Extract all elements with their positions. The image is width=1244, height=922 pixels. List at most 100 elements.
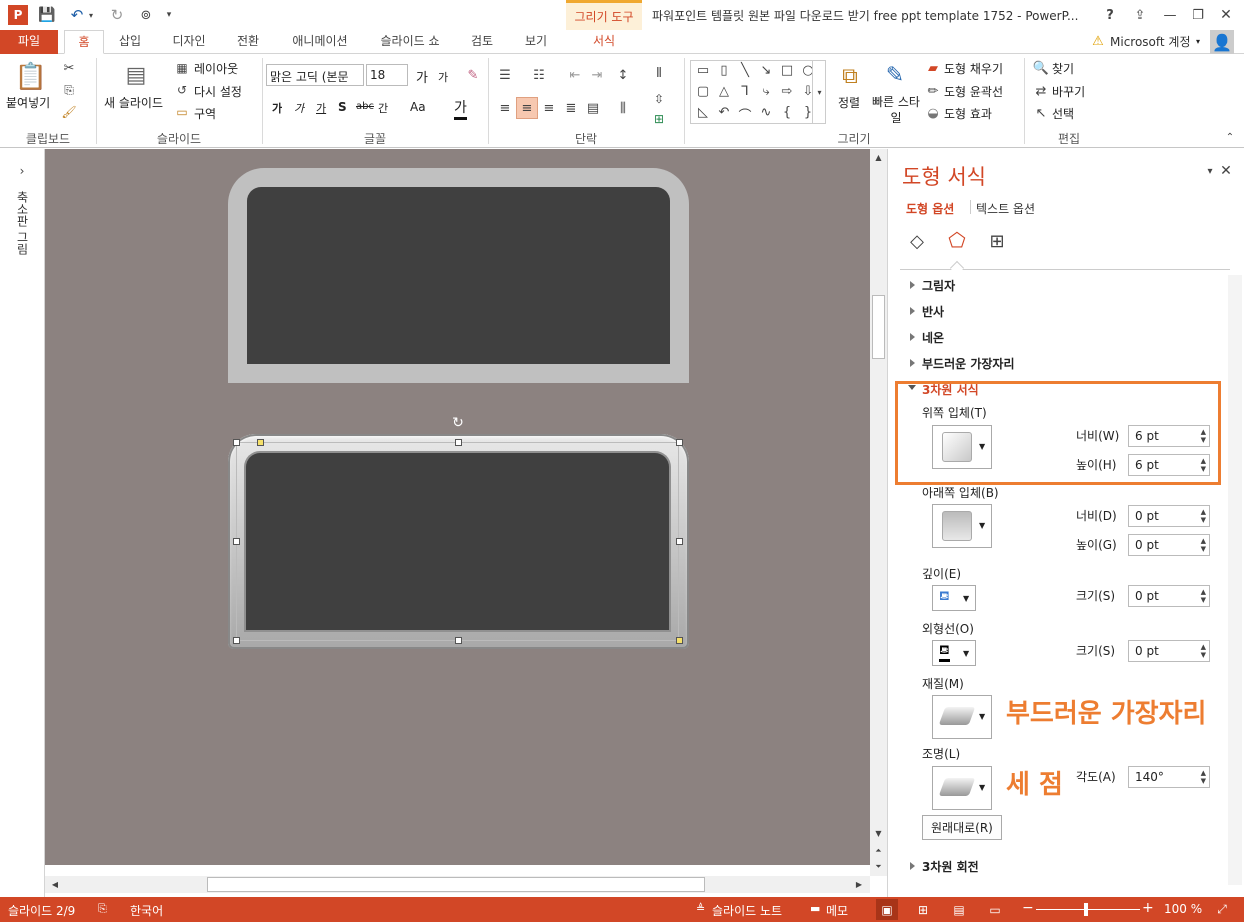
tab-animations[interactable]: 애니메이션: [280, 30, 360, 54]
expand-thumbnails-icon[interactable]: ›: [14, 163, 30, 179]
top-height-spinner[interactable]: 6 pt ▲ ▼: [1128, 454, 1210, 476]
shapes-more-icon[interactable]: ▾: [812, 60, 826, 124]
contour-size-spinner[interactable]: 0 pt ▲ ▼: [1128, 640, 1210, 662]
section-3d-rotation[interactable]: 3차원 회전: [922, 858, 979, 875]
material-dropdown[interactable]: ▼: [932, 695, 992, 739]
fill-line-icon[interactable]: ◇: [904, 229, 930, 253]
restore-icon[interactable]: ❐: [1188, 5, 1208, 25]
find-button[interactable]: 찾기: [1052, 60, 1074, 77]
tab-home[interactable]: 홈: [64, 30, 104, 54]
reading-view-icon[interactable]: ▤: [948, 899, 970, 920]
section-reflection[interactable]: 반사: [922, 303, 944, 320]
bottom-width-spinner[interactable]: 0 pt ▲ ▼: [1128, 505, 1210, 527]
align-center-icon[interactable]: ≡: [516, 97, 538, 119]
pane-close-icon[interactable]: ✕: [1218, 163, 1234, 179]
section-soft-edges[interactable]: 부드러운 가장자리: [922, 355, 1015, 372]
angle-spinner[interactable]: 140° ▲ ▼: [1128, 766, 1210, 788]
shape-outline-button[interactable]: 도형 윤곽선: [944, 83, 1003, 100]
vertical-scrollbar[interactable]: ▲ ▼ ⏶ ⏷: [870, 149, 887, 876]
ribbon-display-icon[interactable]: ⇪: [1130, 5, 1150, 25]
layout-button[interactable]: 레이아웃: [194, 60, 238, 77]
spinner-arrows-icon[interactable]: ▲ ▼: [1201, 457, 1206, 473]
spinner-arrows-icon[interactable]: ▲ ▼: [1201, 508, 1206, 524]
shadow-button[interactable]: S: [338, 100, 347, 114]
zoom-level[interactable]: 100 %: [1164, 902, 1202, 916]
select-button[interactable]: 선택: [1052, 105, 1074, 122]
reset-button[interactable]: 다시 설정: [194, 83, 242, 100]
expand-reflection-icon[interactable]: [910, 307, 915, 315]
rotate-handle-icon[interactable]: ↻: [450, 415, 466, 431]
minimize-icon[interactable]: —: [1160, 5, 1180, 25]
scroll-up-icon[interactable]: ▲: [870, 149, 887, 165]
strikethrough-button[interactable]: abc: [356, 101, 374, 112]
arrange-icon[interactable]: ⧉: [836, 62, 864, 90]
close-icon[interactable]: ✕: [1216, 5, 1236, 25]
zoom-slider-thumb[interactable]: [1084, 903, 1088, 916]
text-direction-icon[interactable]: ⫴: [650, 64, 668, 82]
scroll-left-icon[interactable]: ◀: [47, 877, 63, 892]
shrink-font-button[interactable]: 가: [438, 69, 448, 85]
spinner-arrows-icon[interactable]: ▲ ▼: [1201, 588, 1206, 604]
tab-slideshow[interactable]: 슬라이드 쇼: [368, 30, 452, 54]
slide-canvas[interactable]: ↻: [45, 149, 870, 865]
previous-slide-icon[interactable]: ⏶: [870, 843, 887, 859]
shapes-gallery[interactable]: ▭ ▯ ╲ ↘ □ ○ ▢ △ ⅂ ⤷ ⇨ ⇩ ◺ ↶ ⌒ ∿{}: [690, 60, 826, 124]
left-brace-shape-icon[interactable]: {: [777, 105, 797, 125]
tab-insert[interactable]: 삽입: [110, 30, 150, 54]
new-slide-icon[interactable]: ▤: [118, 60, 154, 90]
customize-toolbar-icon[interactable]: ▾: [164, 6, 174, 24]
spinner-arrows-icon[interactable]: ▲ ▼: [1201, 537, 1206, 553]
horizontal-scrollbar[interactable]: ◀ ▶: [45, 876, 870, 893]
curved-connector-shape-icon[interactable]: ⤷: [756, 84, 776, 104]
justify-icon[interactable]: ≣: [562, 99, 580, 117]
depth-size-spinner[interactable]: 0 pt ▲ ▼: [1128, 585, 1210, 607]
resize-handle[interactable]: [233, 637, 240, 644]
underline-button[interactable]: 가: [316, 100, 326, 116]
shape-fill-button[interactable]: 도형 채우기: [944, 60, 1003, 77]
align-text-icon[interactable]: ⇳: [650, 90, 668, 108]
quick-styles-icon[interactable]: ✎: [880, 60, 910, 90]
format-painter-icon[interactable]: 🖌: [60, 104, 78, 120]
notes-button[interactable]: 슬라이드 노트: [712, 902, 782, 919]
spinner-arrows-icon[interactable]: ▲ ▼: [1201, 428, 1206, 444]
elbow-connector-shape-icon[interactable]: ⅂: [735, 84, 755, 104]
help-icon[interactable]: ?: [1100, 5, 1120, 25]
scroll-right-icon[interactable]: ▶: [851, 877, 867, 892]
tab-view[interactable]: 보기: [514, 30, 558, 54]
redo-icon[interactable]: ↻: [108, 6, 126, 24]
size-properties-icon[interactable]: ⊞: [984, 229, 1010, 253]
right-arrow-shape-icon[interactable]: ⇨: [777, 84, 797, 104]
depth-color-dropdown[interactable]: ⛾ ▼: [932, 585, 976, 611]
distributed-icon[interactable]: ▤: [584, 99, 602, 117]
avatar[interactable]: 👤: [1210, 30, 1234, 54]
bullets-icon[interactable]: ☰: [496, 66, 514, 84]
resize-handle[interactable]: [233, 439, 240, 446]
columns-icon[interactable]: ⫼: [614, 99, 632, 117]
align-right-icon[interactable]: ≡: [540, 99, 558, 117]
grow-font-button[interactable]: 가: [416, 67, 428, 86]
pane-scrollbar[interactable]: [1228, 275, 1242, 885]
normal-view-icon[interactable]: ▣: [876, 899, 898, 920]
curve-shape-icon[interactable]: ↶: [714, 105, 734, 125]
next-slide-icon[interactable]: ⏷: [870, 859, 887, 875]
scroll-down-icon[interactable]: ▼: [870, 825, 887, 841]
spinner-arrows-icon[interactable]: ▲ ▼: [1201, 643, 1206, 659]
rectangle-shape-icon[interactable]: □: [777, 63, 797, 83]
tab-text-options[interactable]: 텍스트 옵션: [976, 200, 1035, 217]
tab-design[interactable]: 디자인: [160, 30, 218, 54]
slide-sorter-icon[interactable]: ⊞: [912, 899, 934, 920]
smartart-icon[interactable]: ⊞: [650, 110, 668, 128]
quick-styles-button[interactable]: 빠른 스타일: [872, 94, 920, 126]
pane-options-icon[interactable]: ▾: [1202, 163, 1218, 179]
zoom-slider[interactable]: [1036, 909, 1140, 910]
italic-button[interactable]: 가: [294, 100, 304, 116]
account-label[interactable]: Microsoft 계정: [1110, 33, 1191, 50]
paste-button[interactable]: 붙여넣기: [6, 94, 50, 111]
slideshow-start-icon[interactable]: ⊚: [136, 6, 156, 24]
top-bevel-dropdown[interactable]: ▼: [932, 425, 992, 469]
tab-transitions[interactable]: 전환: [226, 30, 270, 54]
font-color-button[interactable]: 가: [454, 97, 467, 120]
lighting-dropdown[interactable]: ▼: [932, 766, 992, 810]
undo-icon[interactable]: ↶: [68, 6, 86, 24]
freeform-shape-icon[interactable]: ◺: [693, 105, 713, 125]
